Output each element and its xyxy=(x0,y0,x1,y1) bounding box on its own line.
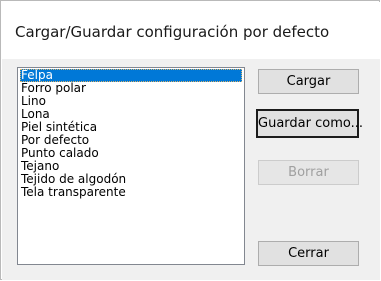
dialog-title: Cargar/Guardar configuración por defecto xyxy=(15,23,330,41)
save-as-button[interactable]: Guardar como... xyxy=(256,109,363,138)
delete-button[interactable]: Borrar xyxy=(258,160,359,185)
settings-listbox[interactable]: Felpa Forro polar Lino Lona Piel sintéti… xyxy=(17,67,245,265)
title-bar: Cargar/Guardar configuración por defecto xyxy=(2,2,380,59)
list-item-lino[interactable]: Lino xyxy=(20,95,242,108)
list-item-forro-polar[interactable]: Forro polar xyxy=(20,82,242,95)
settings-list: Felpa Forro polar Lino Lona Piel sintéti… xyxy=(20,69,242,199)
list-item-tela-transparente[interactable]: Tela transparente xyxy=(20,186,242,199)
close-button[interactable]: Cerrar xyxy=(258,241,359,266)
load-button[interactable]: Cargar xyxy=(258,69,359,94)
